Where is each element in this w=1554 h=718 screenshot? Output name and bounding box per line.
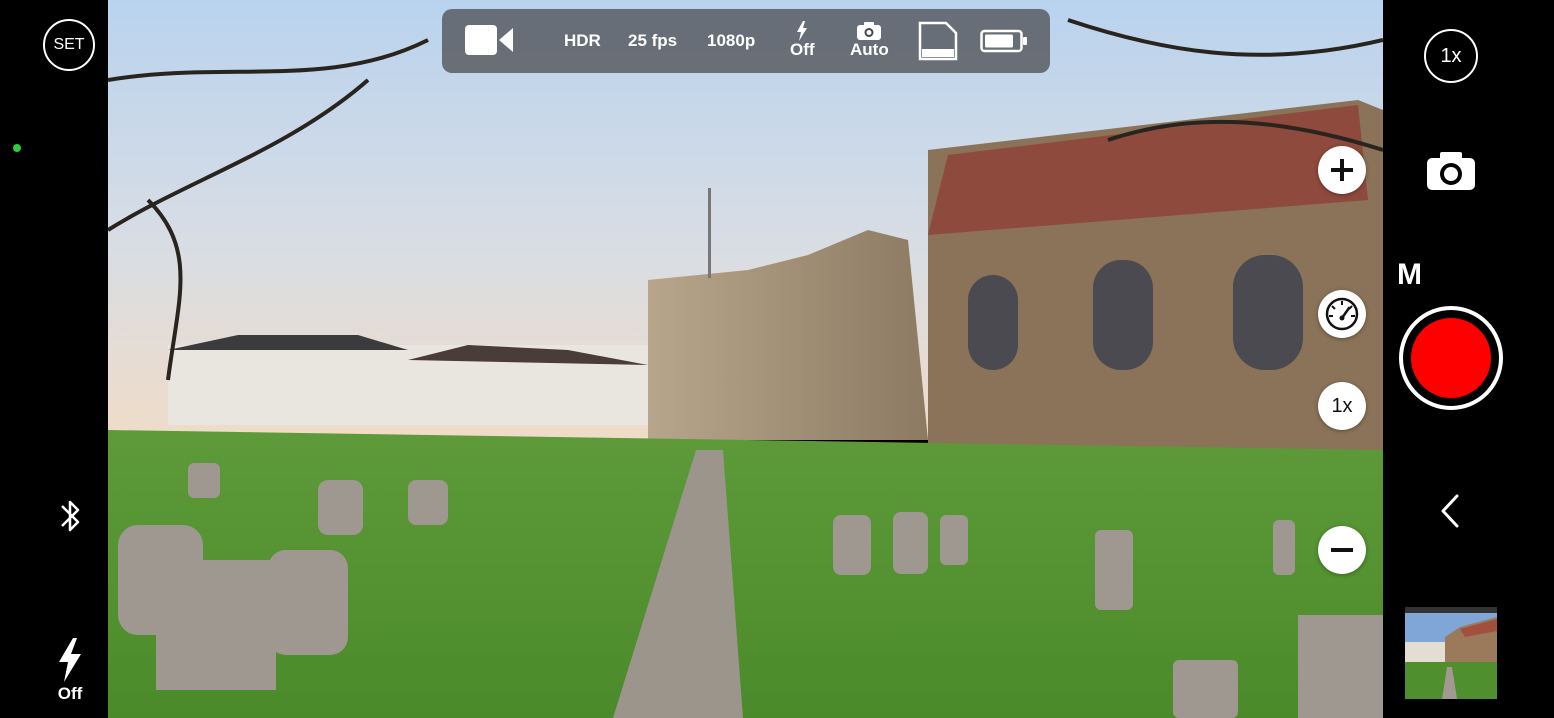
camera-icon [857, 22, 882, 40]
record-button[interactable] [1399, 306, 1503, 410]
resolution-setting[interactable]: 1080p [707, 31, 755, 51]
speedometer-icon [1325, 297, 1359, 331]
flash-button[interactable]: Off [50, 638, 90, 708]
right-control-bar: 1x M [1383, 0, 1554, 718]
zoom-in-button[interactable] [1318, 146, 1366, 194]
zoom-in-icon [1331, 159, 1353, 181]
last-capture-thumbnail[interactable] [1405, 607, 1497, 699]
zoom-level-label: 1x [1331, 394, 1353, 417]
flash-icon [797, 21, 808, 41]
hdr-toggle[interactable]: HDR [564, 31, 601, 51]
capture-mode-setting[interactable]: Auto [850, 21, 889, 59]
left-control-bar: SET Off [0, 0, 108, 718]
camera-status-bar: HDR 25 fps 1080p Off Auto [442, 9, 1050, 73]
record-icon [1408, 315, 1494, 401]
fps-setting[interactable]: 25 fps [628, 31, 677, 51]
lens-label: 1x [1440, 44, 1462, 67]
viewfinder-scene [108, 0, 1383, 718]
flash-label: Off [57, 684, 83, 703]
lens-selector-button[interactable]: 1x [1424, 29, 1478, 83]
video-camera-icon[interactable] [464, 23, 514, 57]
speed-button[interactable] [1318, 290, 1366, 338]
settings-label: SET [53, 36, 85, 53]
camera-icon[interactable] [1425, 150, 1477, 192]
chevron-left-icon[interactable] [1437, 492, 1465, 530]
zoom-out-button[interactable] [1318, 526, 1366, 574]
zoom-level-button[interactable]: 1x [1318, 382, 1366, 430]
mode-label[interactable]: M [1397, 258, 1422, 292]
status-indicator-dot [13, 144, 21, 152]
zoom-out-icon [1331, 548, 1353, 552]
settings-button[interactable]: SET [43, 19, 95, 71]
flash-icon [59, 638, 81, 682]
camera-viewfinder[interactable] [108, 0, 1383, 718]
sd-card-icon[interactable] [918, 21, 958, 61]
flash-toggle[interactable]: Off [790, 21, 815, 59]
thumbnail-image [1405, 607, 1497, 699]
bluetooth-icon[interactable] [56, 496, 84, 536]
battery-icon [980, 29, 1028, 53]
